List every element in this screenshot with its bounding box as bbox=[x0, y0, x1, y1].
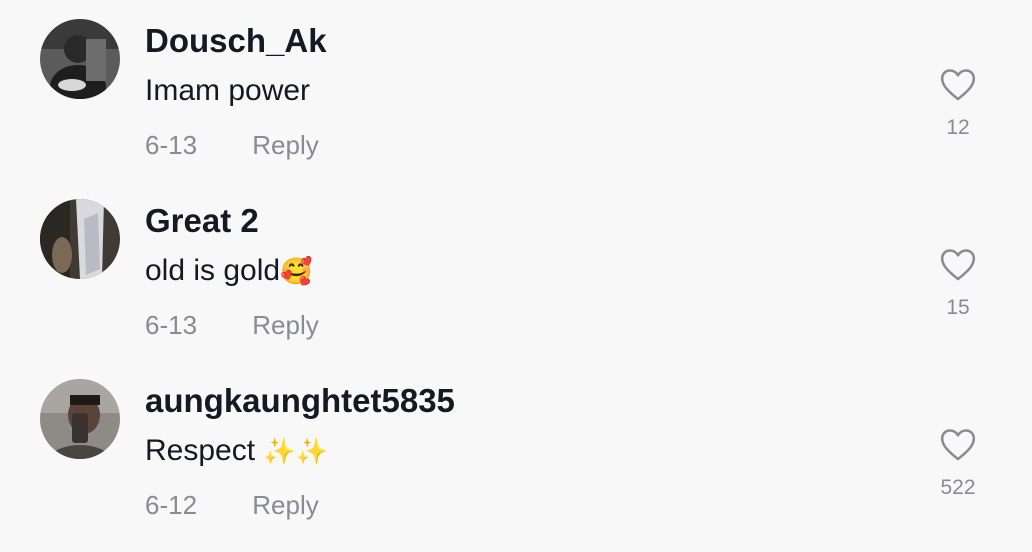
avatar[interactable] bbox=[40, 199, 120, 279]
comment-text: old is gold🥰 bbox=[145, 254, 312, 288]
like-button[interactable]: 522 bbox=[932, 426, 984, 500]
comment-meta: 6-13 Reply bbox=[145, 310, 319, 341]
avatar[interactable] bbox=[40, 379, 120, 459]
comment-item: Great 2 old is gold🥰 6-13 Reply 15 bbox=[0, 180, 1032, 360]
like-button[interactable]: 12 bbox=[932, 66, 984, 140]
comment-date: 6-13 bbox=[145, 310, 198, 340]
avatar-photo bbox=[40, 199, 120, 279]
comment-text: Respect ✨✨ bbox=[145, 434, 328, 468]
comment-item: aungkaunghtet5835 Respect ✨✨ 6-12 Reply … bbox=[0, 360, 1032, 540]
heart-icon bbox=[940, 429, 976, 461]
comment-meta: 6-13 Reply bbox=[145, 130, 319, 161]
comment-text: Imam power bbox=[145, 74, 310, 108]
comment-username[interactable]: Dousch_Ak bbox=[145, 22, 327, 60]
comment-text-body: Imam power bbox=[145, 74, 311, 107]
comment-item: Dousch_Ak Imam power 6-13 Reply 12 bbox=[0, 0, 1032, 180]
comment-username[interactable]: aungkaunghtet5835 bbox=[145, 382, 455, 420]
comment-text-body: old is gold bbox=[145, 254, 281, 287]
comment-meta: 6-12 Reply bbox=[145, 490, 319, 521]
comment-emoji: ✨✨ bbox=[263, 437, 329, 467]
like-button[interactable]: 15 bbox=[932, 246, 984, 320]
avatar[interactable] bbox=[40, 19, 120, 99]
like-count: 15 bbox=[946, 296, 970, 319]
comment-text-body: Respect bbox=[145, 434, 264, 467]
comment-date: 6-13 bbox=[145, 130, 198, 160]
reply-button[interactable]: Reply bbox=[252, 130, 318, 161]
like-count: 12 bbox=[946, 116, 970, 139]
comment-list: Dousch_Ak Imam power 6-13 Reply 12 Great… bbox=[0, 0, 1032, 552]
comment-date: 6-12 bbox=[145, 490, 198, 520]
heart-icon bbox=[940, 249, 976, 281]
reply-button[interactable]: Reply bbox=[252, 490, 318, 521]
heart-icon bbox=[940, 69, 976, 101]
comment-username[interactable]: Great 2 bbox=[145, 202, 259, 240]
avatar-photo bbox=[40, 19, 120, 99]
like-count: 522 bbox=[940, 476, 976, 499]
reply-button[interactable]: Reply bbox=[252, 310, 318, 341]
avatar-photo bbox=[40, 379, 120, 459]
comment-emoji: 🥰 bbox=[280, 257, 313, 287]
